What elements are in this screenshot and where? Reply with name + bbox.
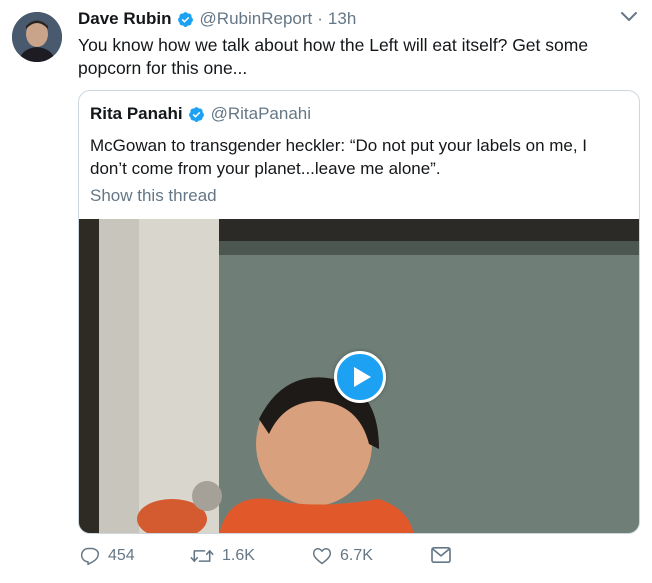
- tweet-text: You know how we talk about how the Left …: [78, 35, 589, 78]
- reply-count: 454: [108, 547, 135, 564]
- retweet-count: 1.6K: [222, 547, 255, 564]
- quoted-tweet[interactable]: Rita Panahi @RitaPanahi McGowan to trans…: [78, 90, 640, 534]
- reply-icon: [80, 547, 100, 566]
- verified-badge-icon: [177, 11, 193, 27]
- chevron-down-icon[interactable]: [620, 10, 638, 24]
- tweet-header: Dave Rubin @RubinReport · 13h: [78, 8, 356, 30]
- direct-message-button[interactable]: [430, 546, 460, 564]
- video-player[interactable]: [79, 219, 639, 533]
- separator: ·: [317, 9, 323, 28]
- message-icon: [431, 546, 451, 564]
- verified-badge-icon: [188, 106, 204, 122]
- play-button[interactable]: [334, 351, 386, 403]
- reply-button[interactable]: 454: [80, 546, 135, 566]
- author-handle[interactable]: @RubinReport: [200, 9, 313, 29]
- avatar-image: [12, 12, 62, 62]
- retweet-button[interactable]: 1.6K: [190, 546, 255, 566]
- show-thread-link[interactable]: Show this thread: [90, 186, 217, 206]
- retweet-icon: [190, 550, 214, 562]
- author-name[interactable]: Dave Rubin: [78, 9, 172, 29]
- like-button[interactable]: 6.7K: [312, 546, 373, 566]
- quoted-author-handle: @RitaPanahi: [210, 104, 312, 123]
- quoted-tweet-header: Rita Panahi @RitaPanahi: [90, 103, 311, 125]
- play-icon: [354, 367, 371, 387]
- quoted-author-name: Rita Panahi: [90, 104, 183, 123]
- quoted-tweet-text: McGowan to transgender heckler: “Do not …: [90, 136, 588, 178]
- tweet-actions: 454 1.6K 6.7K: [80, 546, 500, 576]
- like-icon: [312, 548, 332, 565]
- like-count: 6.7K: [340, 547, 373, 564]
- avatar[interactable]: [12, 12, 62, 62]
- timestamp[interactable]: 13h: [328, 9, 356, 29]
